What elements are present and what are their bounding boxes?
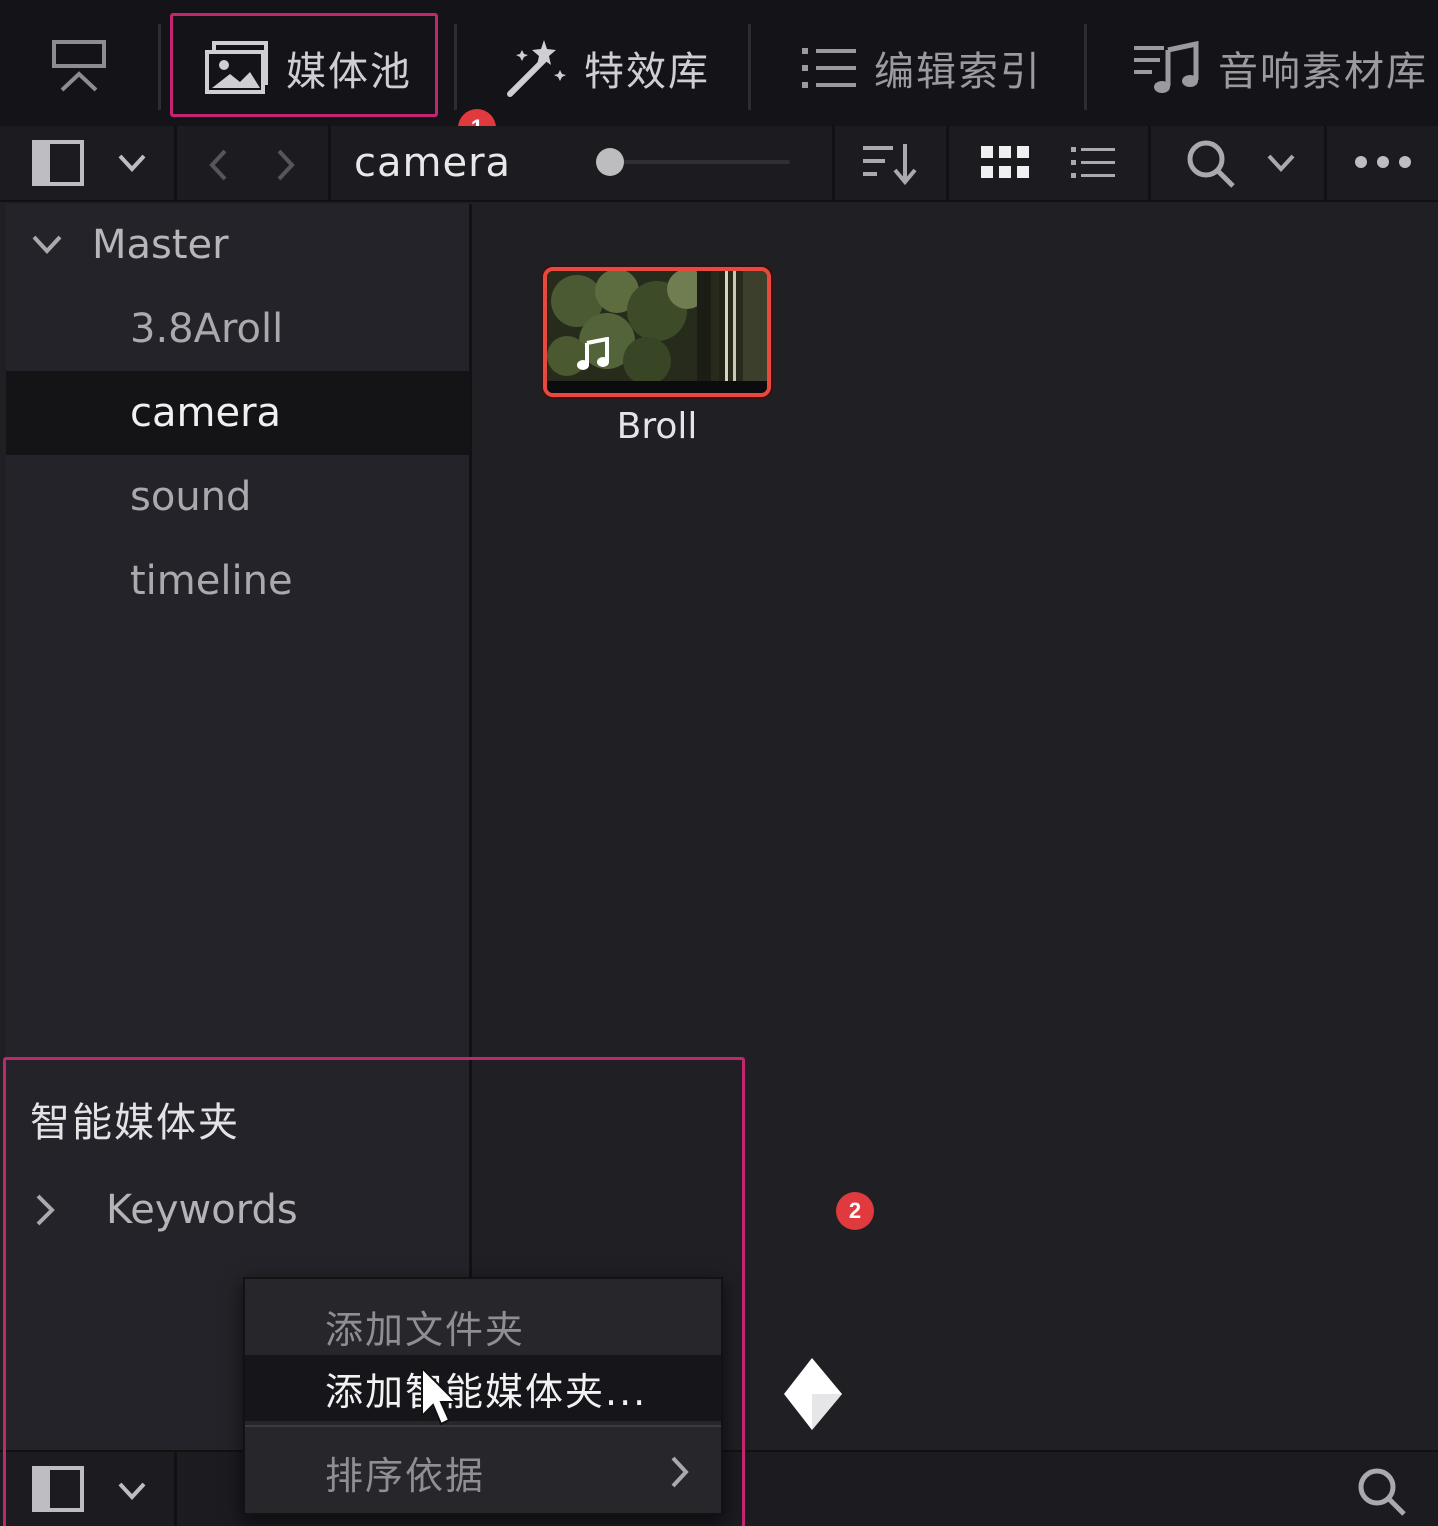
bottom-options-chevron-down-icon[interactable] xyxy=(116,1480,148,1506)
smart-bins-title: 智能媒体夹 xyxy=(30,1100,240,1146)
tab-media-pool[interactable]: 媒体池 xyxy=(204,28,412,108)
keyframe-diamond-icon xyxy=(782,1356,844,1436)
bottom-search-icon[interactable] xyxy=(1356,1466,1408,1522)
bottom-separator xyxy=(174,1452,177,1526)
annotation-marker-2: 2 xyxy=(836,1192,874,1230)
bin-item-sound[interactable]: sound xyxy=(6,455,469,539)
bin-item-label: 3.8Aroll xyxy=(130,306,284,352)
menu-item-sort-by-label: 排序依据 xyxy=(325,1453,486,1498)
keywords-expand-chevron-right-icon[interactable] xyxy=(30,1193,60,1227)
master-collapse-chevron-down-icon[interactable] xyxy=(30,232,64,260)
menu-item-add-smart-bin[interactable]: 添加智能媒体夹... xyxy=(245,1355,721,1421)
tab-separator xyxy=(748,24,751,110)
list-view-icon[interactable] xyxy=(1069,144,1117,186)
edit-index-list-icon xyxy=(802,48,856,88)
sort-icon[interactable] xyxy=(861,140,921,190)
forward-chevron-right-icon[interactable] xyxy=(275,148,297,186)
bin-item-timeline[interactable]: timeline xyxy=(6,539,469,623)
bin-item-label: sound xyxy=(130,474,252,520)
more-segment xyxy=(1324,126,1438,202)
bin-item-label: timeline xyxy=(130,558,293,604)
tab-edit-index-label: 编辑索引 xyxy=(874,49,1042,95)
more-options-icon[interactable] xyxy=(1353,154,1413,174)
tab-separator xyxy=(158,24,161,110)
effects-wand-icon xyxy=(507,40,566,97)
smart-bins-toggle-icon[interactable] xyxy=(32,1466,84,1516)
monitor-toggle-icon[interactable] xyxy=(48,38,110,96)
bin-item-camera[interactable]: camera xyxy=(6,371,469,455)
sort-segment xyxy=(832,126,946,202)
media-pool-icon xyxy=(205,41,268,94)
submenu-chevron-right-icon xyxy=(671,1456,689,1488)
tree-root-master[interactable]: Master xyxy=(92,222,229,268)
tab-separator xyxy=(454,24,457,110)
bin-item-3-8aroll[interactable]: 3.8Aroll xyxy=(6,287,469,371)
thumbnail-size-slider[interactable] xyxy=(620,160,790,164)
nav-segment xyxy=(174,126,328,202)
back-chevron-left-icon[interactable] xyxy=(207,148,229,186)
tab-edit-index[interactable]: 编辑索引 xyxy=(800,28,1042,108)
menu-item-add-folder[interactable]: 添加文件夹 xyxy=(245,1293,721,1359)
context-menu: 添加文件夹 添加智能媒体夹... 排序依据 xyxy=(243,1277,723,1515)
menu-separator xyxy=(245,1425,721,1427)
sidebar-options-chevron-down-icon[interactable] xyxy=(116,152,148,178)
sidebar-toggle-icon[interactable] xyxy=(32,140,84,190)
tab-separator xyxy=(1084,24,1087,110)
grid-view-icon[interactable] xyxy=(979,144,1031,186)
clip-name-broll[interactable]: Broll xyxy=(543,406,771,447)
top-tab-bar: 媒体池 特效库 编辑索引 音响素材库 xyxy=(0,0,1438,126)
panel-divider[interactable] xyxy=(469,204,472,1450)
sound-library-icon xyxy=(1134,40,1199,93)
media-pool-toolbar xyxy=(0,126,1438,202)
thumbnail-size-slider-knob[interactable] xyxy=(596,148,624,176)
search-icon[interactable] xyxy=(1185,138,1237,194)
view-mode-segment xyxy=(946,126,1148,202)
search-options-chevron-down-icon[interactable] xyxy=(1265,152,1297,178)
tab-effects-library-label: 特效库 xyxy=(584,49,710,95)
tab-sound-library[interactable]: 音响素材库 xyxy=(1132,28,1428,108)
tab-sound-library-label: 音响素材库 xyxy=(1218,49,1428,95)
smart-bin-keywords[interactable]: Keywords xyxy=(30,1180,298,1240)
current-bin-label: camera xyxy=(354,140,512,186)
tab-media-pool-label: 媒体池 xyxy=(286,49,412,95)
menu-item-sort-by[interactable]: 排序依据 xyxy=(245,1439,721,1505)
bin-item-label: camera xyxy=(130,390,282,436)
clip-thumbnail-broll[interactable] xyxy=(543,267,771,397)
tab-effects-library[interactable]: 特效库 xyxy=(504,28,710,108)
mouse-cursor-icon xyxy=(418,1365,462,1434)
smart-bin-keywords-label: Keywords xyxy=(106,1187,298,1233)
search-segment xyxy=(1148,126,1324,202)
audio-clip-note-icon xyxy=(575,336,611,375)
